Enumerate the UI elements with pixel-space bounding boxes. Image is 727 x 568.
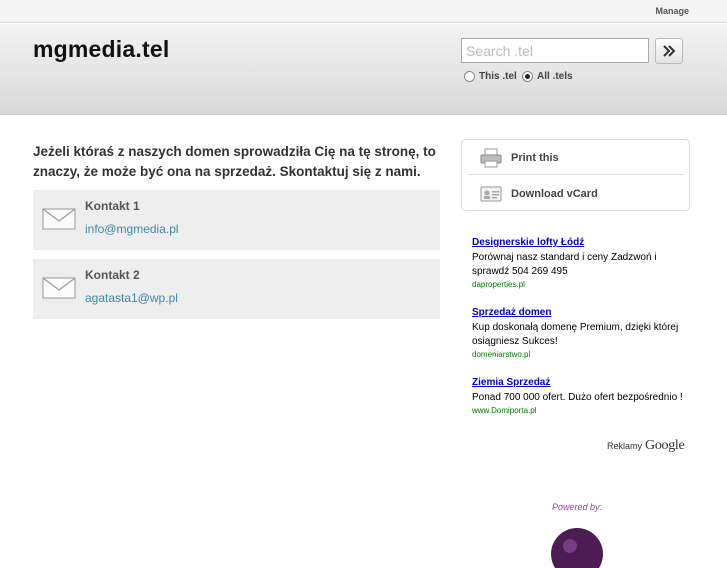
- print-button[interactable]: Print this: [462, 140, 691, 175]
- contact-email-link[interactable]: info@mgmedia.pl: [85, 222, 179, 236]
- printer-icon: [480, 148, 502, 167]
- print-label: Print this: [511, 151, 559, 164]
- ad-description: Ponad 700 000 ofert. Dużo ofert bezpośre…: [472, 392, 683, 403]
- download-vcard-button[interactable]: Download vCard: [462, 176, 691, 211]
- intro-text: Jeżeli któraś z naszych domen sprowadził…: [33, 144, 436, 179]
- search-button[interactable]: [655, 38, 683, 64]
- search-input[interactable]: [461, 38, 649, 63]
- header: mgmedia.tel This .tel All .tels: [0, 24, 727, 115]
- ad-description: Porównaj nasz standard i ceny Zadzwoń i …: [472, 252, 657, 277]
- this-tel-radio[interactable]: [464, 71, 475, 82]
- all-tels-radio[interactable]: [522, 71, 533, 82]
- ad-title-link[interactable]: Sprzedaż domen: [472, 306, 687, 319]
- ad-item: Ziemia Sprzedaż Ponad 700 000 ofert. Duż…: [472, 376, 687, 417]
- manage-link[interactable]: Manage: [655, 6, 689, 16]
- ad-item: Designerskie lofty Łódź Porównaj nasz st…: [472, 236, 687, 291]
- actions-panel: Print this Download vCard: [461, 139, 690, 211]
- scope-all-tels[interactable]: All .tels: [522, 71, 573, 82]
- google-logo: Google: [645, 438, 685, 453]
- site-title: mgmedia.tel: [33, 36, 170, 62]
- envelope-icon: [42, 208, 76, 230]
- powered-by-label: Powered by:: [552, 502, 603, 512]
- ad-title-link[interactable]: Ziemia Sprzedaż: [472, 376, 687, 389]
- ad-item: Sprzedaż domen Kup doskonałą domenę Prem…: [472, 306, 687, 361]
- contact-label: Kontakt 2: [85, 268, 140, 282]
- vcard-icon: [480, 186, 502, 201]
- tel-logo-icon[interactable]: [550, 528, 604, 568]
- contact-email-link[interactable]: agatasta1@wp.pl: [85, 291, 178, 305]
- contact-card-2: Kontakt 2 agatasta1@wp.pl: [33, 259, 440, 319]
- ad-url-link[interactable]: domeniarstwo.pl: [472, 349, 687, 361]
- contact-card-1: Kontakt 1 info@mgmedia.pl: [33, 190, 440, 250]
- reklamy-label: Reklamy: [607, 441, 643, 451]
- ad-title-link[interactable]: Designerskie lofty Łódź: [472, 236, 687, 249]
- ads-by-google-link[interactable]: Reklamy Google: [607, 438, 685, 454]
- contact-label: Kontakt 1: [85, 199, 140, 213]
- this-tel-label: This .tel: [479, 71, 517, 82]
- top-bar: Manage: [0, 0, 727, 23]
- vcard-label: Download vCard: [511, 187, 598, 200]
- double-chevron-right-icon: [663, 45, 676, 57]
- ad-url-link[interactable]: www.Domiporta.pl: [472, 405, 687, 417]
- panel-divider: [468, 174, 684, 175]
- ad-description: Kup doskonałą domenę Premium, dzięki któ…: [472, 322, 679, 347]
- scope-this-tel[interactable]: This .tel: [464, 71, 517, 82]
- envelope-icon: [42, 277, 76, 299]
- ad-url-link[interactable]: daproperties.pl: [472, 279, 687, 291]
- all-tels-label: All .tels: [537, 71, 573, 82]
